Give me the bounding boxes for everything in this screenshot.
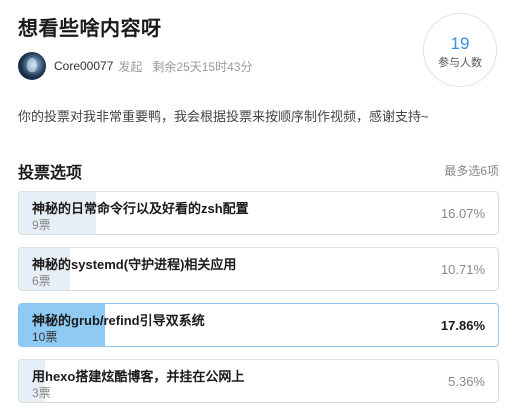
time-remaining: 剩余25天15时43分 [152, 59, 253, 74]
poll-option[interactable]: 神秘的grub/refind引导双系统 10票 17.86% [18, 303, 499, 347]
poll-meta: Core00077 发起 剩余25天15时43分 [18, 52, 252, 80]
option-label: 神秘的grub/refind引导双系统 [32, 313, 205, 328]
option-percent: 10.71% [440, 262, 485, 277]
option-votes: 6票 [32, 274, 51, 288]
poll-description: 你的投票对我非常重要鸭，我会根据投票来按顺序制作视频，感谢支持~ [18, 109, 429, 124]
option-label: 神秘的systemd(守护进程)相关应用 [32, 257, 237, 272]
option-percent: 16.07% [440, 206, 485, 221]
options-heading: 投票选项 [18, 165, 83, 182]
option-label: 神秘的日常命令行以及好看的zsh配置 [32, 201, 249, 216]
avatar[interactable] [18, 52, 46, 80]
max-choice-note: 最多选6项 [444, 164, 499, 178]
poll-option[interactable]: 神秘的日常命令行以及好看的zsh配置 9票 16.07% [18, 191, 499, 235]
initiated-label: 发起 [118, 59, 143, 74]
poll-option[interactable]: 神秘的systemd(守护进程)相关应用 6票 10.71% [18, 247, 499, 291]
poll-page: 想看些啥内容呀 Core00077 发起 剩余25天15时43分 19 参与人数… [0, 0, 531, 414]
participants-badge: 19 参与人数 [423, 13, 497, 87]
option-percent: 17.86% [440, 318, 485, 333]
option-label: 用hexo搭建炫酷博客，并挂在公网上 [32, 369, 245, 384]
option-votes: 10票 [32, 330, 58, 344]
option-votes: 3票 [32, 386, 51, 400]
poll-options: 神秘的日常命令行以及好看的zsh配置 9票 16.07% 神秘的systemd(… [18, 191, 499, 415]
option-percent: 5.36% [448, 374, 485, 389]
participants-count: 19 [450, 34, 470, 53]
participants-label: 参与人数 [438, 57, 482, 69]
option-votes: 9票 [32, 218, 51, 232]
poll-title: 想看些啥内容呀 [18, 18, 162, 40]
author-name[interactable]: Core00077 [54, 59, 113, 73]
poll-option[interactable]: 用hexo搭建炫酷博客，并挂在公网上 3票 5.36% [18, 359, 499, 403]
